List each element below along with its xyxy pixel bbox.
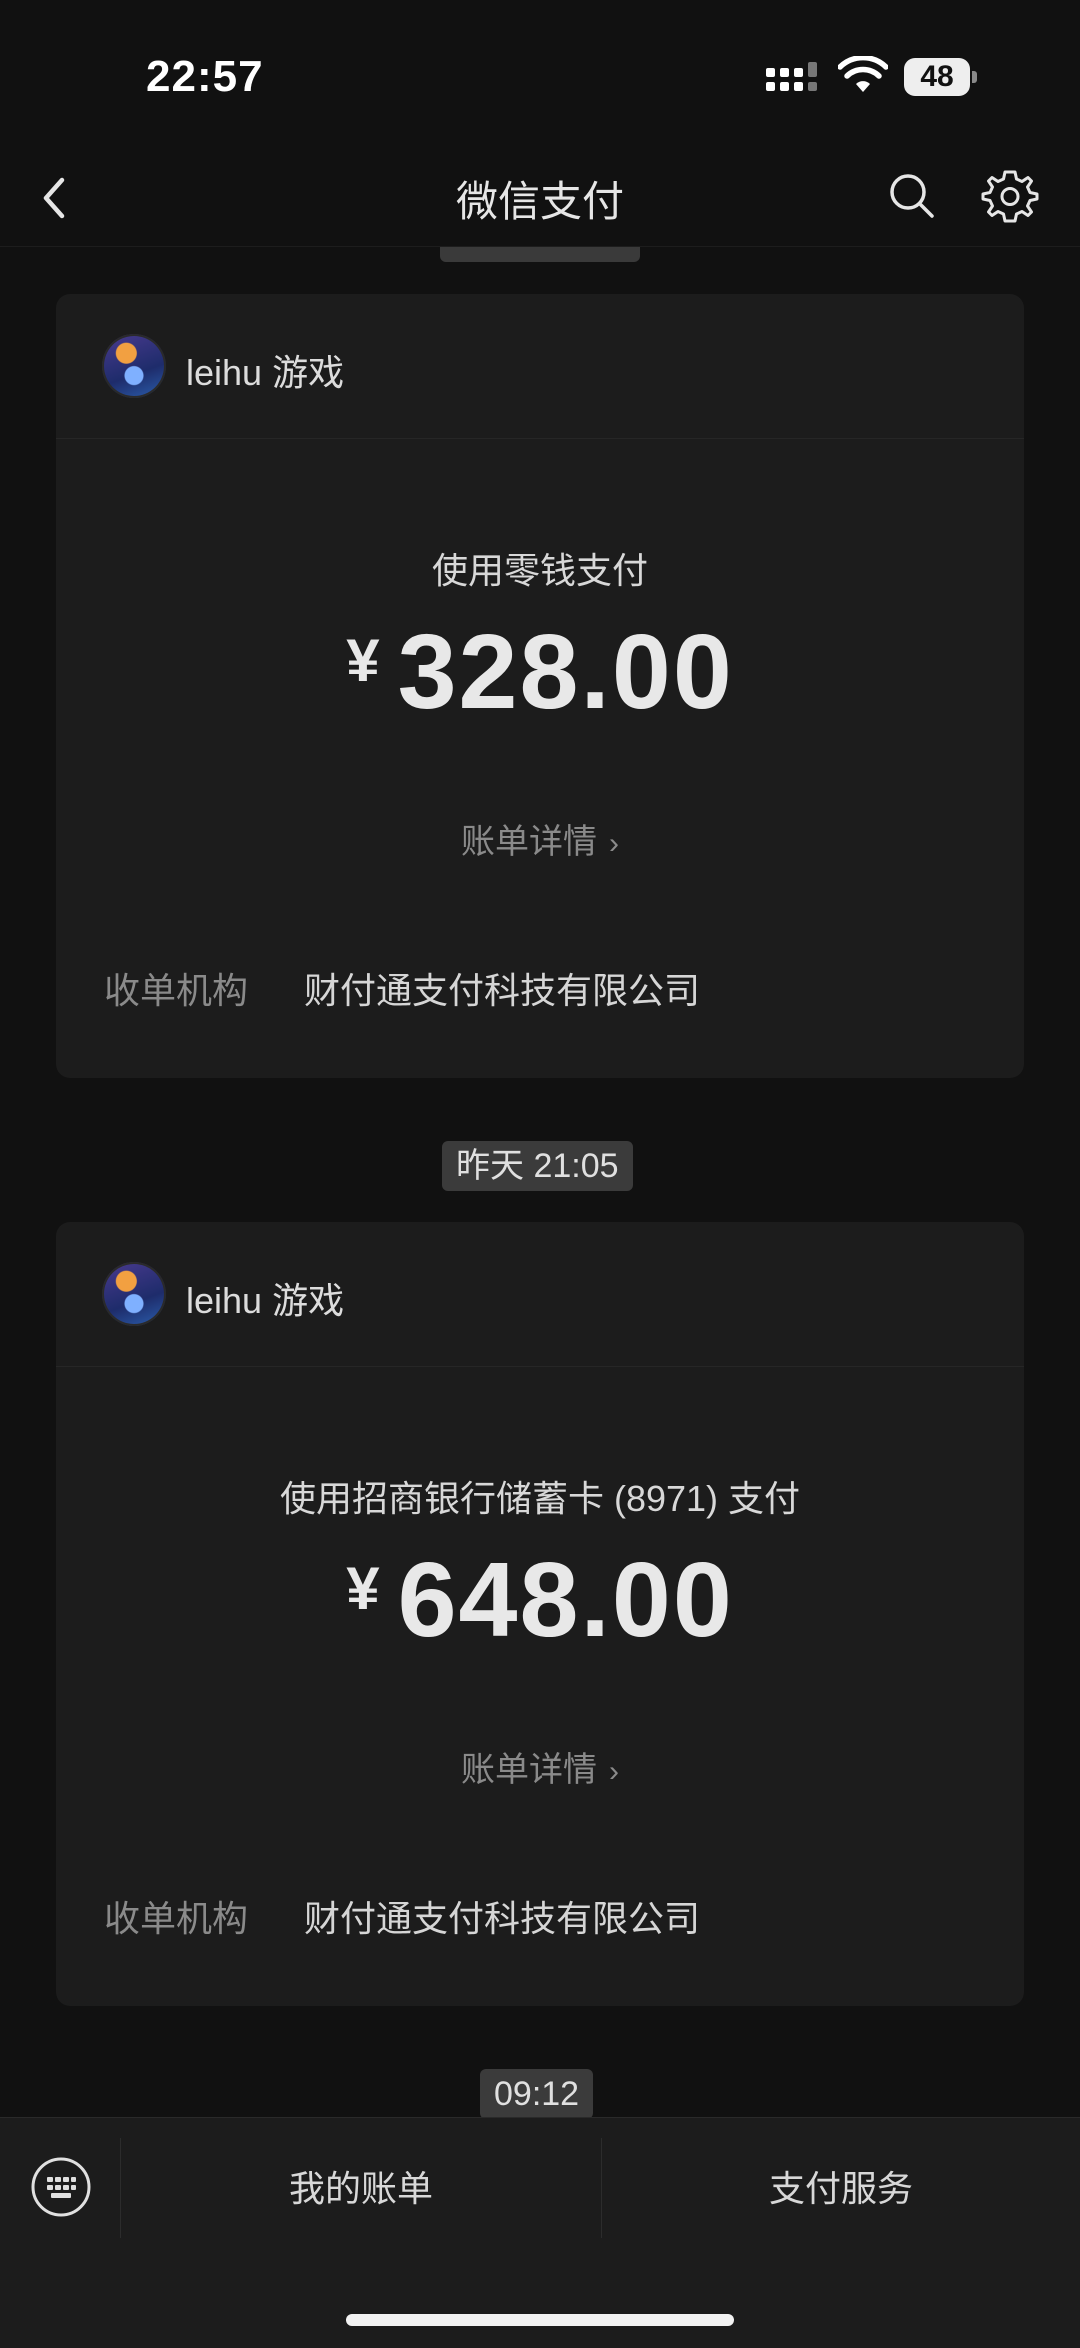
- bill-detail-label: 账单详情: [461, 1751, 597, 1789]
- timestamp-badge: 昨天 21:05: [442, 1141, 633, 1191]
- card-header: leihu 游戏: [56, 1222, 1024, 1367]
- timestamp-badge: 09:12: [480, 2069, 594, 2119]
- acquirer-value: 财付通支付科技有限公司: [304, 970, 701, 1011]
- cellular-signal-icon: [766, 62, 822, 100]
- keyboard-icon[interactable]: [30, 2156, 92, 2218]
- nav-bar: 微信支付: [0, 150, 1080, 247]
- payment-services-button[interactable]: 支付服务: [602, 2160, 1080, 2212]
- payment-amount: ¥328.00: [56, 612, 1024, 733]
- chevron-right-icon: ›: [609, 827, 619, 860]
- bill-detail-link[interactable]: 账单详情 ›: [56, 814, 1024, 863]
- search-icon[interactable]: [884, 168, 940, 224]
- bill-detail-link[interactable]: 账单详情 ›: [56, 1742, 1024, 1791]
- chevron-right-icon: ›: [609, 1755, 619, 1788]
- my-bills-button[interactable]: 我的账单: [121, 2160, 601, 2212]
- acquirer-label: 收单机构: [104, 1898, 249, 1939]
- merchant-name: leihu 游戏: [186, 1280, 345, 1321]
- status-bar: 22:57 48: [0, 0, 1080, 150]
- payment-method: 使用零钱支付: [431, 550, 648, 591]
- payment-method: 使用招商银行储蓄卡 (8971) 支付: [279, 1478, 801, 1519]
- wifi-icon: [838, 56, 888, 92]
- currency-symbol: ¥: [346, 1555, 380, 1622]
- bottom-menu: 我的账单 支付服务: [0, 2117, 1080, 2348]
- merchant-avatar: [102, 334, 166, 398]
- currency-symbol: ¥: [346, 627, 380, 694]
- battery-level: 48: [904, 58, 970, 96]
- transaction-card[interactable]: leihu 游戏 使用招商银行储蓄卡 (8971) 支付 ¥648.00 账单详…: [56, 1222, 1024, 2006]
- payment-amount: ¥648.00: [56, 1540, 1024, 1661]
- merchant-avatar: [102, 1262, 166, 1326]
- acquirer-value: 财付通支付科技有限公司: [304, 1898, 701, 1939]
- acquirer-label: 收单机构: [104, 970, 249, 1011]
- card-header: leihu 游戏: [56, 294, 1024, 439]
- amount-value: 328.00: [397, 613, 734, 731]
- gear-icon[interactable]: [980, 166, 1040, 226]
- home-indicator[interactable]: [346, 2314, 734, 2326]
- status-time: 22:57: [146, 52, 264, 101]
- transaction-card[interactable]: leihu 游戏 使用零钱支付 ¥328.00 账单详情 › 收单机构 财付通支付…: [56, 294, 1024, 1078]
- battery-icon: 48: [904, 58, 977, 96]
- bill-detail-label: 账单详情: [461, 823, 597, 861]
- merchant-name: leihu 游戏: [186, 352, 345, 393]
- amount-value: 648.00: [397, 1541, 734, 1659]
